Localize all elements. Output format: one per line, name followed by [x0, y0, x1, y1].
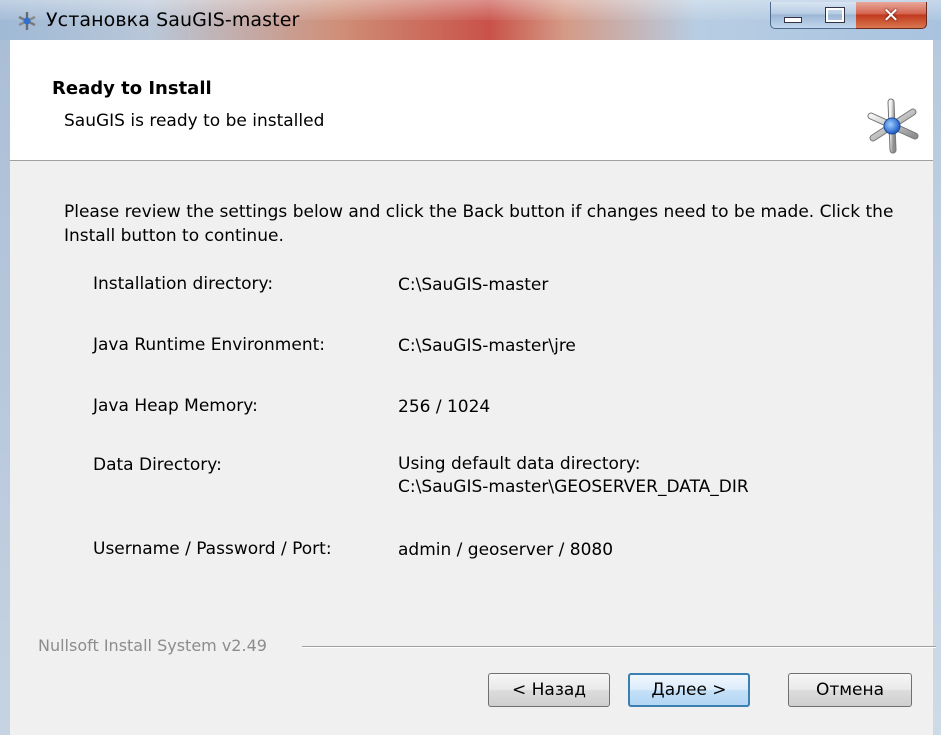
minimize-button[interactable]: [770, 2, 816, 29]
saugis-star-icon: [865, 98, 921, 154]
java-heap-value: 256 / 1024: [398, 397, 491, 417]
java-runtime-label: Java Runtime Environment:: [93, 335, 325, 355]
data-directory-value-line1: Using default data directory:: [398, 454, 641, 474]
dialog-body: Please review the settings below and cli…: [10, 161, 936, 735]
page-header: Ready to Install SauGIS is ready to be i…: [10, 40, 933, 161]
maximize-icon: [825, 7, 845, 23]
data-directory-label: Data Directory:: [93, 455, 222, 475]
window-frame-left: [0, 40, 10, 735]
data-directory-value: Using default data directory: C:\SauGIS-…: [398, 453, 749, 499]
nsis-installer-icon: [16, 10, 38, 32]
installation-directory-label: Installation directory:: [93, 274, 274, 294]
java-runtime-value: C:\SauGIS-master\jre: [398, 336, 576, 356]
cancel-button[interactable]: Отмена: [788, 673, 912, 707]
next-button[interactable]: Далее >: [628, 673, 750, 707]
installation-directory-value: C:\SauGIS-master: [398, 275, 549, 295]
data-directory-value-line2: C:\SauGIS-master\GEOSERVER_DATA_DIR: [398, 477, 749, 497]
close-icon: ✕: [882, 3, 900, 27]
nsis-branding: Nullsoft Install System v2.49: [38, 636, 267, 655]
page-title: Ready to Install: [52, 78, 212, 99]
page-subtitle: SauGIS is ready to be installed: [64, 111, 325, 131]
java-heap-label: Java Heap Memory:: [93, 396, 258, 416]
maximize-button[interactable]: [814, 2, 857, 29]
window-frame-right: [933, 40, 941, 735]
window-title: Установка SauGIS-master: [46, 9, 300, 31]
credentials-value: admin / geoserver / 8080: [398, 540, 614, 560]
review-instructions: Please review the settings below and cli…: [64, 202, 894, 246]
back-button[interactable]: < Назад: [488, 673, 610, 707]
minimize-icon: [784, 17, 802, 23]
credentials-label: Username / Password / Port:: [93, 539, 332, 559]
close-button[interactable]: ✕: [856, 2, 927, 29]
title-bar[interactable]: Установка SauGIS-master ✕: [0, 0, 941, 40]
footer-divider: [302, 646, 936, 648]
